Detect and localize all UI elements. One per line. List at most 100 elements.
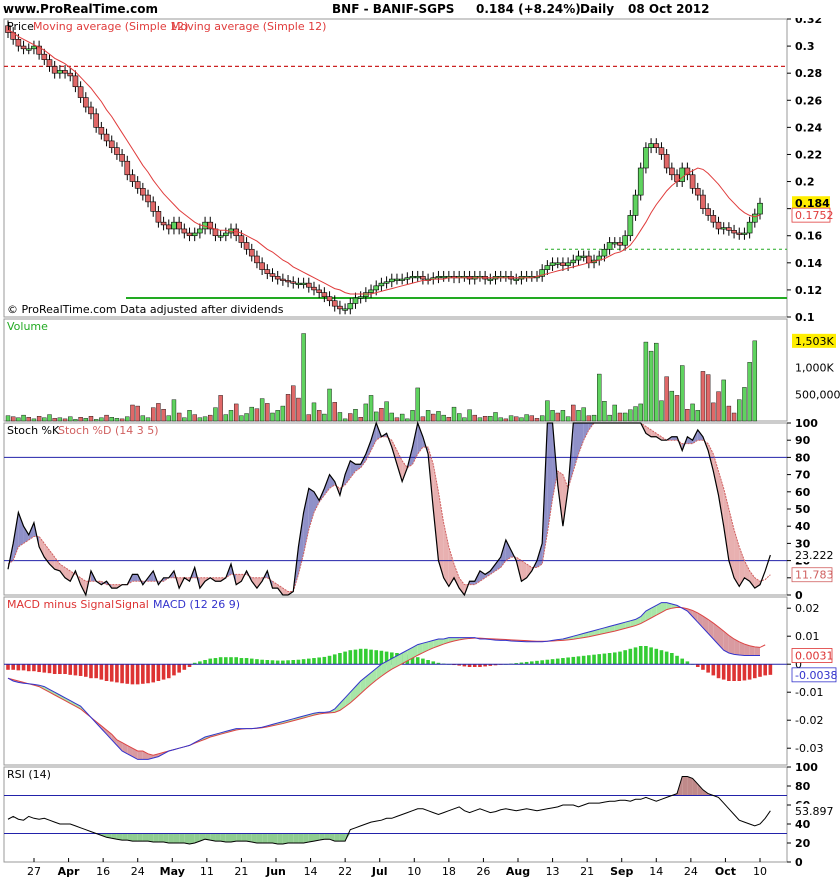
stoch-tick-label: 50 bbox=[795, 503, 811, 516]
candle-body bbox=[145, 194, 151, 203]
volume-bar bbox=[57, 417, 63, 422]
volume-bar bbox=[280, 405, 286, 422]
macd-fill bbox=[749, 645, 755, 656]
macd-legend-hist: MACD minus Signal bbox=[7, 598, 114, 611]
macd-fill bbox=[137, 751, 143, 760]
volume-bar bbox=[78, 417, 83, 422]
volume-bar bbox=[368, 395, 374, 422]
volume-bar bbox=[752, 340, 758, 422]
candle-body bbox=[280, 278, 286, 281]
macd-histogram-bar bbox=[99, 664, 104, 680]
macd-histogram-bar bbox=[270, 660, 275, 665]
macd-legend-macd: MACD (12 26 9) bbox=[153, 598, 240, 611]
volume-bar bbox=[327, 388, 332, 422]
volume-bar bbox=[659, 400, 664, 422]
volume-bar bbox=[493, 412, 498, 422]
volume-bar bbox=[208, 414, 213, 422]
volume-bar bbox=[306, 414, 311, 422]
rsi-oversold-fill bbox=[282, 833, 289, 844]
rsi-tick-label: 20 bbox=[795, 837, 811, 850]
macd-histogram-bar bbox=[550, 659, 555, 665]
candle-body bbox=[140, 188, 146, 196]
macd-histogram-bar bbox=[701, 664, 705, 670]
volume-bar bbox=[705, 374, 711, 422]
volume-bar bbox=[119, 418, 125, 422]
ma-value-label: 0.1752 bbox=[795, 209, 834, 222]
candle-body bbox=[731, 230, 737, 234]
volume-bar bbox=[145, 417, 151, 422]
volume-bar bbox=[363, 403, 369, 422]
candle-body bbox=[373, 285, 380, 291]
price-tick-label: 0.1 bbox=[795, 311, 815, 324]
macd-histogram-bar bbox=[348, 650, 353, 665]
candle-body bbox=[176, 221, 182, 230]
candle-body bbox=[197, 228, 203, 234]
candle-body bbox=[254, 255, 260, 264]
macd-histogram-bar bbox=[52, 664, 57, 674]
volume-bar bbox=[565, 416, 571, 422]
candle-body bbox=[663, 154, 670, 169]
volume-bar bbox=[680, 365, 685, 422]
x-tick-label: Jul bbox=[371, 865, 388, 878]
volume-bar bbox=[270, 412, 275, 422]
volume-bar bbox=[451, 406, 457, 422]
macd-histogram-bar bbox=[364, 648, 368, 665]
candle-body bbox=[648, 143, 654, 148]
candle-body bbox=[637, 167, 644, 196]
rsi-oversold-fill bbox=[142, 833, 149, 842]
macd-histogram-bar bbox=[721, 664, 726, 680]
macd-histogram-bar bbox=[763, 664, 767, 676]
volume-bar bbox=[695, 410, 700, 422]
macd-histogram-bar bbox=[239, 658, 244, 665]
macd-histogram-bar bbox=[358, 648, 363, 665]
stoch-tick-label: 90 bbox=[795, 434, 811, 447]
candle-body bbox=[611, 242, 618, 245]
macd-histogram-bar bbox=[42, 664, 47, 673]
candle-body bbox=[700, 194, 706, 209]
macd-histogram-bar bbox=[275, 660, 280, 665]
volume-bar bbox=[161, 409, 166, 422]
site-name[interactable]: www.ProRealTime.com bbox=[3, 2, 158, 16]
candle-body bbox=[388, 278, 395, 283]
volume-bar bbox=[151, 407, 156, 422]
volume-bar bbox=[244, 413, 249, 422]
candle-body bbox=[736, 232, 743, 235]
candle-body bbox=[98, 127, 105, 135]
x-tick-label: Apr bbox=[58, 865, 80, 878]
macd-histogram-bar bbox=[177, 664, 181, 673]
macd-histogram-bar bbox=[545, 659, 550, 665]
macd-histogram-bar bbox=[16, 664, 21, 671]
volume-bar bbox=[747, 362, 752, 422]
volume-bar bbox=[431, 413, 436, 422]
macd-histogram-bar bbox=[576, 656, 581, 665]
volume-bar bbox=[187, 410, 192, 422]
rsi-tick-label: 80 bbox=[795, 780, 811, 793]
macd-histogram-bar bbox=[623, 650, 627, 665]
candle-body bbox=[165, 224, 172, 230]
price-legend-ma2: Moving average (Simple 12) bbox=[171, 20, 326, 33]
stoch-legend-d: Stoch %D (14 3 5) bbox=[58, 424, 159, 437]
rsi-oversold-fill bbox=[293, 833, 299, 843]
volume-bar bbox=[737, 399, 742, 422]
candle-body bbox=[72, 75, 79, 88]
rsi-oversold-fill bbox=[324, 833, 330, 840]
stoch-tick-label: 40 bbox=[795, 520, 811, 533]
macd-histogram-bar bbox=[301, 659, 306, 665]
volume-bar bbox=[88, 416, 94, 422]
candle-body bbox=[305, 282, 312, 288]
candle-body bbox=[181, 228, 188, 234]
candle-body bbox=[300, 282, 307, 285]
macd-histogram-bar bbox=[63, 664, 67, 674]
volume-bar bbox=[669, 390, 675, 422]
volume-bar bbox=[519, 417, 524, 422]
volume-bar bbox=[534, 418, 540, 422]
volume-bar bbox=[685, 409, 690, 422]
volume-bar bbox=[114, 418, 120, 422]
x-tick-label: 24 bbox=[684, 865, 698, 878]
volume-bar bbox=[742, 387, 747, 422]
price-tick-label: 0.12 bbox=[795, 284, 822, 297]
macd-histogram-bar bbox=[130, 664, 135, 685]
macd-histogram-bar bbox=[768, 664, 773, 675]
volume-bar bbox=[192, 414, 197, 422]
macd-tick-label: -0.02 bbox=[795, 714, 823, 727]
